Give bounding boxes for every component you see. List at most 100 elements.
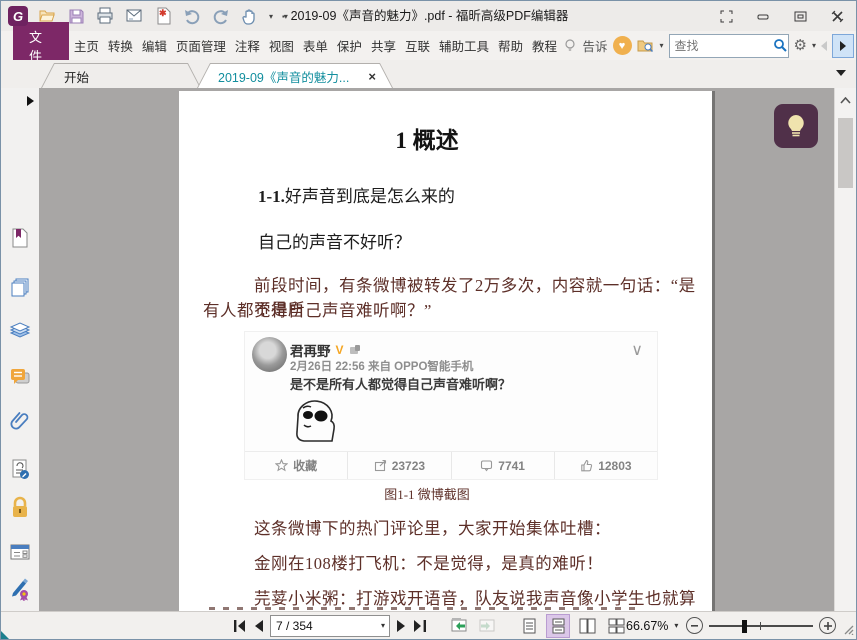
- single-page-mode-icon[interactable]: [517, 614, 541, 638]
- fullscreen-icon[interactable]: [720, 10, 733, 23]
- tab-share[interactable]: 共享: [366, 31, 400, 60]
- page-display-modes: [517, 613, 628, 638]
- resize-grip-icon[interactable]: [842, 623, 854, 635]
- tab-page-management[interactable]: 页面管理: [171, 31, 230, 60]
- favorite-label: 收藏: [293, 459, 318, 473]
- zoom-in-button[interactable]: [819, 617, 837, 634]
- comment-line: 金刚在108楼打飞机：不是觉得，是真的难听！: [254, 554, 604, 573]
- layers-panel-icon[interactable]: [8, 319, 32, 343]
- tab-view[interactable]: 视图: [264, 31, 298, 60]
- thumbs-up-icon: [581, 459, 593, 472]
- scroll-up-icon[interactable]: [835, 92, 856, 108]
- favorite-button[interactable]: 收藏: [245, 452, 347, 479]
- repost-button[interactable]: 23723: [347, 452, 450, 479]
- pages-panel-icon[interactable]: [8, 275, 32, 299]
- repost-count: 23723: [391, 458, 426, 473]
- ribbon-expand-button[interactable]: [832, 33, 854, 58]
- view-history: [449, 617, 497, 634]
- tab-home[interactable]: 主页: [69, 31, 103, 60]
- window-controls: [720, 10, 856, 23]
- settings-dropdown-icon[interactable]: ▾: [812, 41, 816, 50]
- tab-accessibility[interactable]: 辅助工具: [434, 31, 493, 60]
- zoom-out-button[interactable]: [686, 617, 704, 634]
- hand-tool-dropdown-icon[interactable]: ▾: [269, 12, 273, 21]
- tab-connect[interactable]: 互联: [400, 31, 434, 60]
- page-dropdown-icon[interactable]: ▾: [377, 621, 389, 630]
- snapshot-dropdown-icon[interactable]: ▾: [660, 41, 664, 50]
- slider-track: [709, 624, 814, 627]
- tab-protect[interactable]: 保护: [332, 31, 366, 60]
- like-button[interactable]: 12803: [553, 452, 657, 479]
- next-view-button[interactable]: [477, 617, 497, 634]
- search-input[interactable]: [669, 38, 773, 53]
- ribbon-collapse-icon[interactable]: [821, 40, 827, 51]
- tab-comment[interactable]: 注释: [230, 31, 264, 60]
- verified-badge: V: [335, 343, 344, 357]
- tab-help[interactable]: 帮助: [493, 31, 527, 60]
- comment-icon: [481, 460, 493, 472]
- tab-tutorial[interactable]: 教程: [528, 31, 562, 60]
- tell-me-label[interactable]: 告诉: [583, 36, 608, 55]
- comments-panel-icon[interactable]: [8, 365, 32, 389]
- last-page-button[interactable]: [413, 619, 427, 633]
- tab-list-dropdown-icon[interactable]: [836, 70, 846, 76]
- security-panel-icon[interactable]: [8, 496, 32, 520]
- repost-icon: [374, 459, 386, 472]
- previous-page-button[interactable]: [253, 619, 264, 633]
- assistant-lightbulb-button[interactable]: [774, 104, 818, 148]
- redo-icon[interactable]: [211, 6, 231, 26]
- open-file-icon[interactable]: [37, 6, 57, 26]
- hand-tool-icon[interactable]: [240, 6, 260, 26]
- continuous-mode-icon[interactable]: [546, 613, 570, 638]
- member-badge-icon: [349, 345, 360, 354]
- previous-view-button[interactable]: [449, 617, 469, 634]
- vertical-scrollbar[interactable]: [834, 88, 856, 611]
- title-bar: G ✱ ▾ ▪▾ 2019-09《声音的魅力》.pdf - 福昕高级PDF编辑器: [1, 1, 856, 32]
- share-heart-icon[interactable]: ♥: [612, 36, 632, 55]
- digital-id-panel-icon[interactable]: [8, 457, 32, 481]
- print-icon[interactable]: [95, 6, 115, 26]
- document-canvas[interactable]: 1 概述 1-1.好声音到底是怎么来的 自己的声音不好听？ 前段时间，有条微博被…: [39, 88, 837, 611]
- signatures-panel-icon[interactable]: [8, 577, 32, 601]
- facing-continuous-mode-icon[interactable]: [604, 614, 628, 638]
- tab-edit[interactable]: 编辑: [137, 31, 171, 60]
- tab-close-icon[interactable]: ×: [368, 69, 376, 84]
- create-pdf-icon[interactable]: ✱: [153, 6, 173, 26]
- zoom-slider[interactable]: [709, 619, 814, 633]
- search-icon[interactable]: [773, 38, 788, 53]
- comment-intro-line: 这条微博下的热门评论里，大家开始集体吐槽：: [254, 519, 611, 538]
- comment-count: 7741: [498, 458, 525, 473]
- tab-form[interactable]: 表单: [298, 31, 332, 60]
- save-icon[interactable]: [66, 6, 86, 26]
- customize-toolbar-icon[interactable]: ▪▾: [282, 12, 288, 21]
- scrollbar-thumb[interactable]: [838, 118, 853, 188]
- next-page-button[interactable]: [396, 619, 407, 633]
- pdf-page[interactable]: 1 概述 1-1.好声音到底是怎么来的 自己的声音不好听？ 前段时间，有条微博被…: [179, 91, 715, 611]
- attachments-panel-icon[interactable]: [8, 409, 32, 433]
- minimize-icon[interactable]: [757, 10, 770, 23]
- zoom-level-label[interactable]: 66.67%: [626, 619, 668, 633]
- facing-mode-icon[interactable]: [575, 614, 599, 638]
- undo-icon[interactable]: [182, 6, 202, 26]
- foxit-logo-icon[interactable]: G: [8, 6, 28, 26]
- restore-icon[interactable]: [794, 10, 807, 23]
- tab-convert[interactable]: 转换: [103, 31, 137, 60]
- zoom-dropdown-icon[interactable]: ▾: [674, 621, 678, 630]
- avatar: [252, 337, 287, 372]
- tab-start-page[interactable]: 开始: [41, 63, 201, 88]
- chevron-down-icon[interactable]: ∨: [631, 340, 643, 360]
- page-number-input[interactable]: [271, 618, 377, 633]
- comment-button[interactable]: 7741: [450, 452, 554, 479]
- email-icon[interactable]: [124, 6, 144, 26]
- slider-handle[interactable]: [742, 619, 748, 633]
- close-icon[interactable]: [831, 10, 844, 23]
- first-page-button[interactable]: [233, 619, 247, 633]
- tab-document[interactable]: 2019-09《声音的魅力... ×: [197, 63, 393, 88]
- snapshot-search-icon[interactable]: [637, 38, 655, 54]
- bookmarks-panel-icon[interactable]: [8, 226, 32, 250]
- panel-expand-icon[interactable]: [27, 96, 34, 106]
- quick-access-toolbar: G ✱ ▾ ▪▾: [1, 6, 288, 26]
- fields-panel-icon[interactable]: [8, 540, 32, 564]
- settings-gear-icon[interactable]: ⚙: [794, 38, 807, 53]
- tip-lightbulb-icon[interactable]: [562, 38, 578, 54]
